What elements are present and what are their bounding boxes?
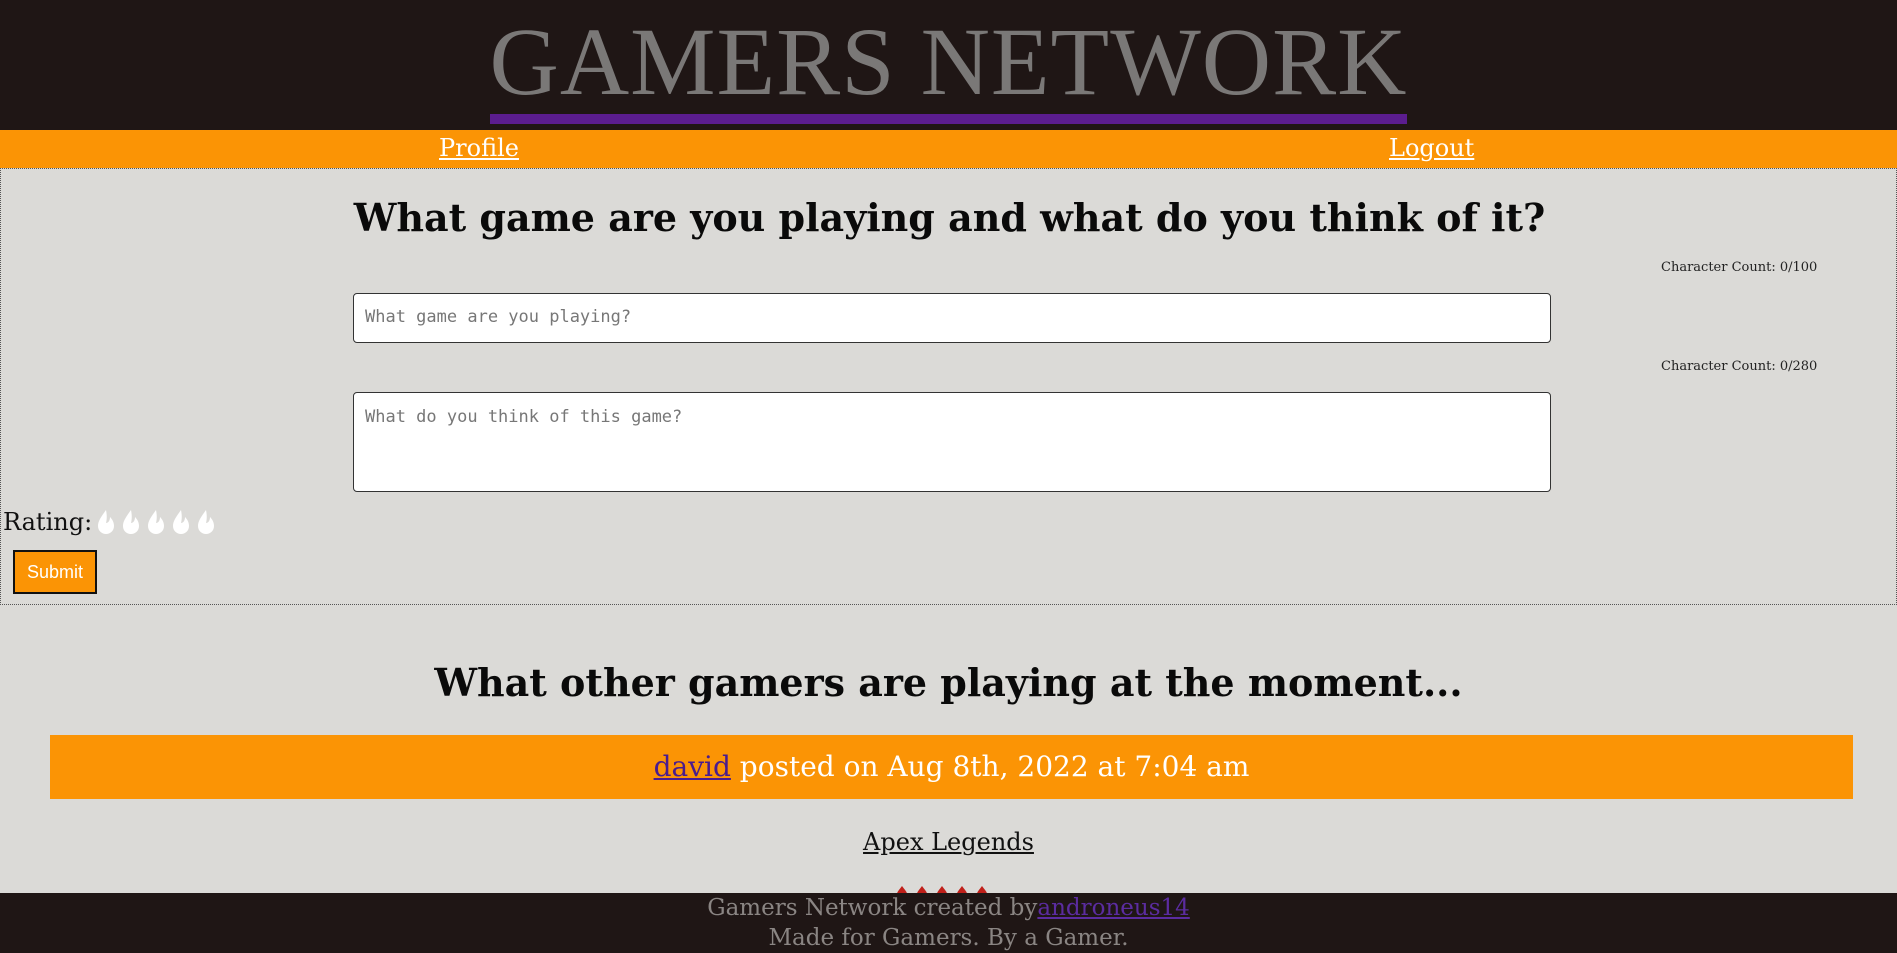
feed-heading: What other gamers are playing at the mom… (434, 660, 1463, 705)
game-character-count: Character Count: 0/100 (1661, 260, 1818, 275)
footer-created-by: Gamers Network created by (707, 895, 1038, 921)
footer-author-link[interactable]: androneus14 (1037, 895, 1189, 921)
nav-logout-link[interactable]: Logout (1389, 134, 1474, 162)
form-heading: What game are you playing and what do yo… (353, 195, 1546, 240)
flame-icon[interactable] (95, 509, 117, 535)
post-author-link[interactable]: david (654, 750, 731, 783)
submit-button[interactable]: Submit (13, 550, 97, 594)
post-game: Apex Legends (0, 828, 1897, 856)
site-header: GAMERS NETWORK (0, 0, 1897, 130)
footer-tagline: Made for Gamers. By a Gamer. (768, 925, 1129, 951)
post-header: david posted on Aug 8th, 2022 at 7:04 am (50, 735, 1853, 799)
game-title-input[interactable] (353, 293, 1551, 343)
flame-icon[interactable] (195, 509, 217, 535)
new-post-form: What game are you playing and what do yo… (0, 168, 1897, 605)
flame-icon[interactable] (170, 509, 192, 535)
footer-credit: Gamers Network created byandroneus14 (0, 893, 1897, 923)
review-textarea[interactable] (353, 392, 1551, 492)
flame-icon[interactable] (120, 509, 142, 535)
review-character-count: Character Count: 0/280 (1661, 359, 1818, 374)
rating-label: Rating: (3, 508, 93, 536)
rating-row: Rating: (3, 505, 217, 539)
flame-icon[interactable] (145, 509, 167, 535)
navbar: Profile Logout (0, 130, 1897, 168)
site-footer: Gamers Network created byandroneus14 Mad… (0, 893, 1897, 953)
site-title[interactable]: GAMERS NETWORK (489, 10, 1408, 124)
post-date: posted on Aug 8th, 2022 at 7:04 am (730, 750, 1250, 783)
post-game-link[interactable]: Apex Legends (863, 828, 1034, 856)
nav-profile-link[interactable]: Profile (439, 134, 519, 162)
